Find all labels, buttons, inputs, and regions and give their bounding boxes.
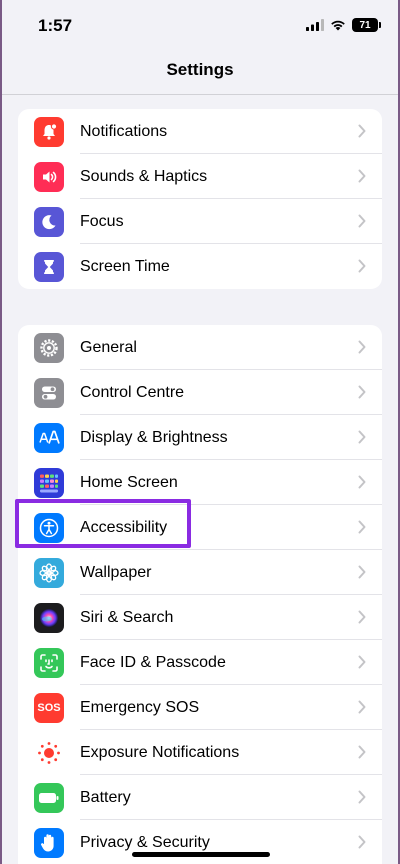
- chevron-right-icon: [358, 169, 366, 183]
- settings-screen: 1:57 71 Settings Notifications Sounds & …: [2, 0, 398, 864]
- settings-row-wallpaper[interactable]: Wallpaper: [18, 550, 382, 595]
- home-indicator[interactable]: [132, 852, 270, 857]
- settings-row-sounds-haptics[interactable]: Sounds & Haptics: [18, 154, 382, 199]
- app-grid-icon: [34, 467, 64, 498]
- settings-row-label: Sounds & Haptics: [80, 167, 208, 185]
- settings-row-privacy-security[interactable]: Privacy & Security: [18, 820, 382, 864]
- chevron-right-icon: [358, 520, 366, 534]
- text-size-icon: [34, 422, 64, 453]
- settings-group-2: General Control Centre Display & Brightn…: [18, 325, 382, 864]
- moon-icon: [34, 206, 64, 237]
- settings-row-label: Display & Brightness: [80, 428, 228, 446]
- siri-icon: [34, 602, 64, 633]
- chevron-right-icon: [358, 835, 366, 849]
- chevron-right-icon: [358, 610, 366, 624]
- settings-row-battery[interactable]: Battery: [18, 775, 382, 820]
- accessibility-highlight-box: [15, 499, 191, 548]
- chevron-right-icon: [358, 700, 366, 714]
- settings-row-label: Privacy & Security: [80, 833, 210, 851]
- cellular-signal-icon: [306, 19, 324, 31]
- flower-icon: [34, 557, 64, 588]
- status-time: 1:57: [38, 16, 73, 35]
- sos-icon-text: SOS: [37, 701, 61, 714]
- gear-icon: [34, 332, 64, 363]
- face-id-icon: [34, 647, 64, 678]
- bell-icon: [34, 116, 64, 147]
- settings-group-1: Notifications Sounds & Haptics Focus Scr…: [18, 109, 382, 289]
- chevron-right-icon: [358, 430, 366, 444]
- status-icons: 71: [306, 17, 381, 33]
- settings-row-label: Focus: [80, 212, 124, 230]
- settings-row-label: General: [80, 338, 137, 356]
- settings-row-label: Screen Time: [80, 257, 170, 275]
- settings-row-control-centre[interactable]: Control Centre: [18, 370, 382, 415]
- nav-divider: [2, 94, 398, 95]
- settings-row-display-brightness[interactable]: Display & Brightness: [18, 415, 382, 460]
- chevron-right-icon: [358, 124, 366, 138]
- sos-icon: SOS: [34, 692, 64, 723]
- battery-indicator: 71: [352, 18, 381, 32]
- chevron-right-icon: [358, 475, 366, 489]
- settings-row-siri-search[interactable]: Siri & Search: [18, 595, 382, 640]
- settings-row-label: Exposure Notifications: [80, 743, 240, 761]
- settings-row-label: Control Centre: [80, 383, 185, 401]
- settings-row-face-id-passcode[interactable]: Face ID & Passcode: [18, 640, 382, 685]
- settings-row-emergency-sos[interactable]: SOS Emergency SOS: [18, 685, 382, 730]
- chevron-right-icon: [358, 385, 366, 399]
- status-bar: 1:57 71: [2, 0, 398, 52]
- chevron-right-icon: [358, 745, 366, 759]
- page-title: Settings: [166, 60, 234, 79]
- settings-row-label: Siri & Search: [80, 608, 174, 626]
- battery-icon: [34, 782, 64, 813]
- chevron-right-icon: [358, 565, 366, 579]
- toggles-icon: [34, 377, 64, 408]
- settings-row-label: Battery: [80, 788, 131, 806]
- hand-icon: [34, 827, 64, 858]
- speaker-icon: [34, 161, 64, 192]
- settings-row-exposure-notifications[interactable]: Exposure Notifications: [18, 730, 382, 775]
- settings-row-notifications[interactable]: Notifications: [18, 109, 382, 154]
- chevron-right-icon: [358, 340, 366, 354]
- settings-row-label: Emergency SOS: [80, 698, 200, 716]
- chevron-right-icon: [358, 214, 366, 228]
- settings-row-label: Notifications: [80, 122, 168, 140]
- settings-row-focus[interactable]: Focus: [18, 199, 382, 244]
- chevron-right-icon: [358, 655, 366, 669]
- settings-row-label: Face ID & Passcode: [80, 653, 226, 671]
- hourglass-icon: [34, 251, 64, 282]
- wifi-icon: [331, 20, 345, 31]
- exposure-icon: [34, 737, 64, 768]
- settings-row-screen-time[interactable]: Screen Time: [18, 244, 382, 289]
- settings-row-label: Wallpaper: [80, 563, 152, 581]
- chevron-right-icon: [358, 259, 366, 273]
- chevron-right-icon: [358, 790, 366, 804]
- battery-level: 71: [359, 19, 371, 31]
- settings-row-general[interactable]: General: [18, 325, 382, 370]
